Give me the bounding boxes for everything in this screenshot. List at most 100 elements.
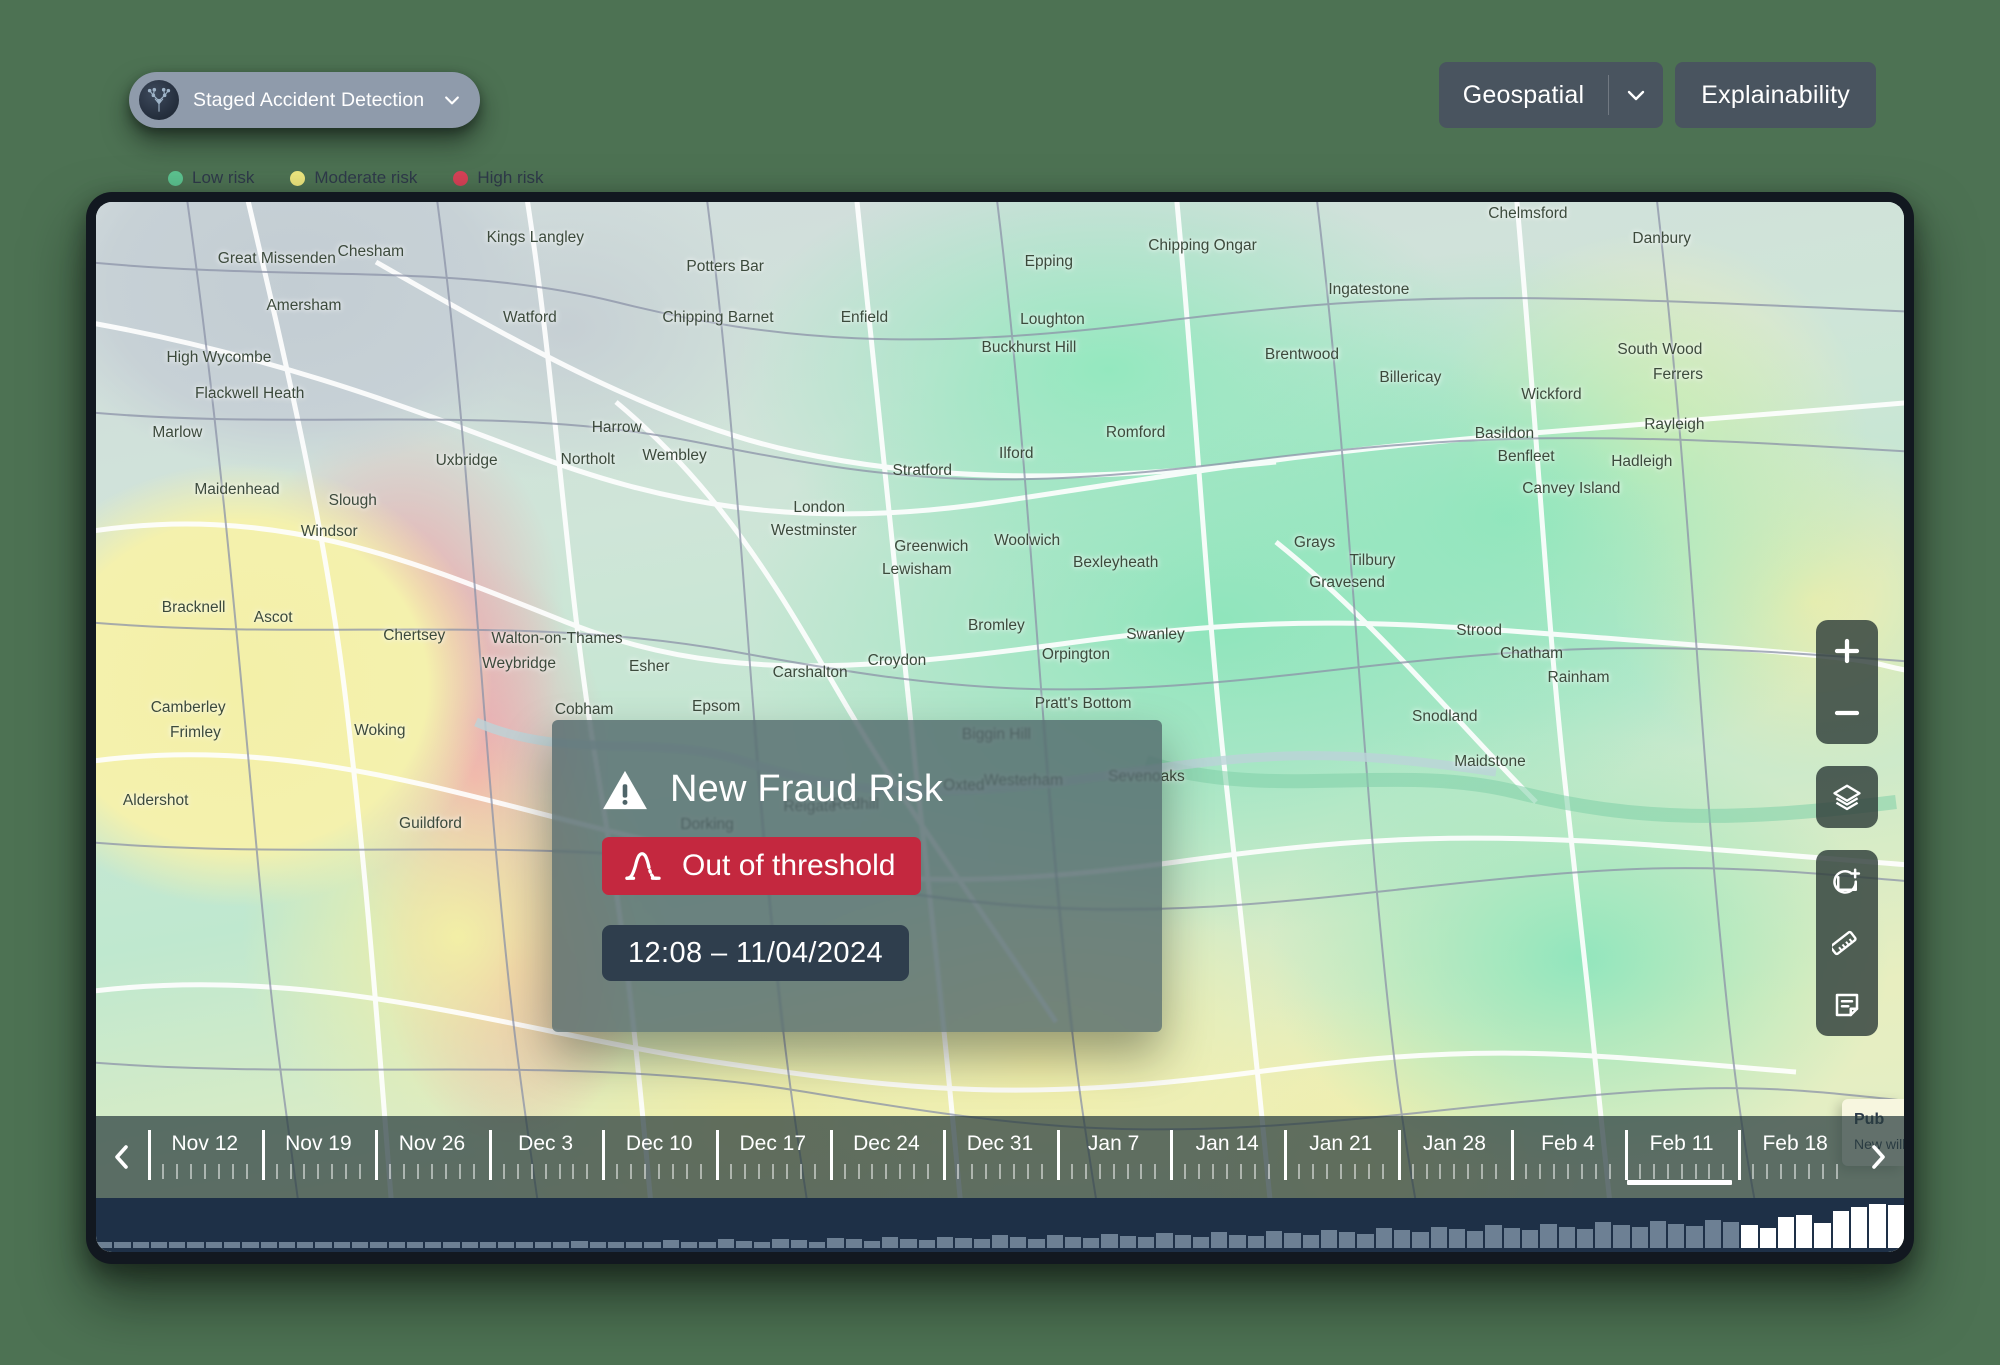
measure-button[interactable] <box>1816 912 1878 974</box>
timeline-minor-ticks <box>830 1164 944 1179</box>
timeline-tick[interactable]: Dec 17 <box>715 1116 830 1198</box>
timeline-tick[interactable]: Dec 31 <box>943 1116 1057 1198</box>
timeline-minor-tick <box>927 1164 930 1179</box>
timeline-minor-tick <box>1070 1164 1073 1179</box>
histogram-bar <box>333 1242 350 1248</box>
histogram-bar <box>1174 1235 1191 1248</box>
histogram-bar <box>1064 1236 1082 1248</box>
timeline-minor-tick <box>1566 1164 1569 1179</box>
timeline-minor-tick <box>1353 1164 1356 1179</box>
timeline-histogram[interactable] <box>96 1198 1904 1252</box>
zoom-in-button[interactable] <box>1816 620 1878 682</box>
timeline-minor-tick <box>686 1164 689 1179</box>
timeline-minor-tick <box>1525 1164 1528 1179</box>
out-of-threshold-badge: Out of threshold <box>602 837 922 895</box>
chevron-down-icon[interactable] <box>442 90 462 110</box>
histogram-bar <box>1156 1233 1173 1248</box>
histogram-bar <box>1613 1225 1630 1248</box>
histogram-bar <box>1576 1228 1594 1248</box>
timeline-tick[interactable]: Dec 24 <box>829 1116 944 1198</box>
timeline-tick[interactable]: Jan 14 <box>1170 1116 1284 1198</box>
histogram-bar <box>242 1242 259 1248</box>
timeline-minor-tick <box>1040 1164 1043 1179</box>
timeline-minor-tick <box>1594 1164 1597 1179</box>
histogram-bar <box>717 1239 734 1248</box>
histogram-bar <box>1631 1227 1648 1248</box>
timeline-tick-label: Nov 12 <box>171 1132 239 1155</box>
histogram-bar <box>114 1242 131 1248</box>
legend-label-moderate: Moderate risk <box>314 168 418 187</box>
timeline-minor-tick <box>1126 1164 1129 1179</box>
timeline-tick[interactable]: Jan 7 <box>1056 1116 1171 1198</box>
fraud-risk-alert-card[interactable]: New Fraud Risk Out of threshold 12:08 – … <box>552 720 1162 1032</box>
histogram-bar <box>406 1242 424 1248</box>
legend-label-low: Low risk <box>192 168 255 187</box>
timeline-minor-tick <box>189 1164 192 1179</box>
timeline-minor-tick <box>1666 1164 1669 1179</box>
draw-area-button[interactable] <box>1816 850 1878 912</box>
timeline-minor-tick <box>1453 1164 1456 1179</box>
neural-tree-icon <box>139 80 179 120</box>
timeline-minor-tick <box>1184 1164 1187 1179</box>
timeline-selection-bar <box>1626 1180 1733 1185</box>
timeline-minor-ticks <box>489 1164 603 1179</box>
timeline-next-button[interactable] <box>1852 1142 1904 1172</box>
legend-item-low: Low risk <box>168 168 254 188</box>
histogram-bar <box>644 1242 661 1248</box>
explainability-button[interactable]: Explainability <box>1675 62 1876 128</box>
layers-button[interactable] <box>1816 766 1878 828</box>
timeline-tick[interactable]: Feb 18 <box>1738 1116 1852 1198</box>
histogram-bar <box>1448 1228 1466 1248</box>
timeline-minor-ticks <box>1625 1164 1739 1179</box>
timeline-tick[interactable]: Dec 10 <box>602 1116 716 1198</box>
timeline-tick-label: Dec 31 <box>966 1132 1034 1155</box>
timeline-minor-ticks <box>375 1164 489 1179</box>
timeline-track[interactable]: Nov 12 Nov 19 Nov 26 Dec 3 Dec 10 Dec 17 Dec 2… <box>148 1116 1852 1198</box>
timeline-minor-tick <box>1339 1164 1342 1179</box>
timeline-prev-button[interactable] <box>96 1142 148 1172</box>
histogram-bar <box>1393 1230 1411 1248</box>
timeline-minor-ticks <box>1738 1164 1852 1179</box>
timeline-minor-tick <box>1722 1164 1725 1179</box>
timeline-tick-label: Dec 24 <box>853 1132 920 1155</box>
timeline-tick[interactable]: Feb 11 <box>1624 1116 1739 1198</box>
timeline-tick[interactable]: Nov 26 <box>375 1116 489 1198</box>
zoom-controls <box>1816 620 1878 744</box>
timeline-tick[interactable]: Dec 3 <box>488 1116 603 1198</box>
zoom-out-button[interactable] <box>1816 682 1878 744</box>
timeline-minor-ticks <box>1170 1164 1284 1179</box>
timeline-minor-tick <box>1481 1164 1484 1179</box>
timeline-minor-tick <box>530 1164 533 1179</box>
histogram-bar <box>1357 1233 1374 1248</box>
timeline-minor-tick <box>303 1164 306 1179</box>
timeline-tick[interactable]: Jan 21 <box>1283 1116 1398 1198</box>
timeline[interactable]: Nov 12 Nov 19 Nov 26 Dec 3 Dec 10 Dec 17 Dec 2… <box>96 1116 1904 1252</box>
timeline-minor-tick <box>1694 1164 1697 1179</box>
histogram-bar <box>498 1242 515 1248</box>
timeline-minor-tick <box>572 1164 575 1179</box>
timeline-minor-tick <box>331 1164 334 1179</box>
timeline-minor-tick <box>1226 1164 1229 1179</box>
histogram-bar <box>1668 1223 1685 1248</box>
histogram-bar <box>425 1242 442 1248</box>
timeline-tick[interactable]: Nov 19 <box>261 1116 376 1198</box>
timeline-minor-tick <box>586 1164 589 1179</box>
timeline-minor-tick <box>771 1164 774 1179</box>
timeline-tick[interactable]: Feb 4 <box>1511 1116 1625 1198</box>
timeline-tick[interactable]: Nov 12 <box>148 1116 262 1198</box>
histogram-bar <box>1320 1229 1338 1248</box>
timeline-minor-tick <box>658 1164 661 1179</box>
timeline-minor-tick <box>161 1164 164 1179</box>
histogram-bar <box>936 1236 954 1248</box>
histogram-bar <box>443 1242 460 1248</box>
histogram-bar <box>1284 1233 1301 1248</box>
histogram-bar <box>1723 1222 1740 1248</box>
timeline-minor-ticks <box>1398 1164 1512 1179</box>
timeline-minor-tick <box>1212 1164 1215 1179</box>
notes-button[interactable] <box>1816 974 1878 1036</box>
geospatial-dropdown[interactable]: Geospatial <box>1438 62 1664 128</box>
timeline-tick[interactable]: Jan 28 <box>1397 1116 1512 1198</box>
chevron-down-icon[interactable] <box>1609 62 1663 128</box>
histogram-bar <box>1704 1219 1722 1248</box>
model-selector[interactable]: Staged Accident Detection <box>129 72 481 128</box>
